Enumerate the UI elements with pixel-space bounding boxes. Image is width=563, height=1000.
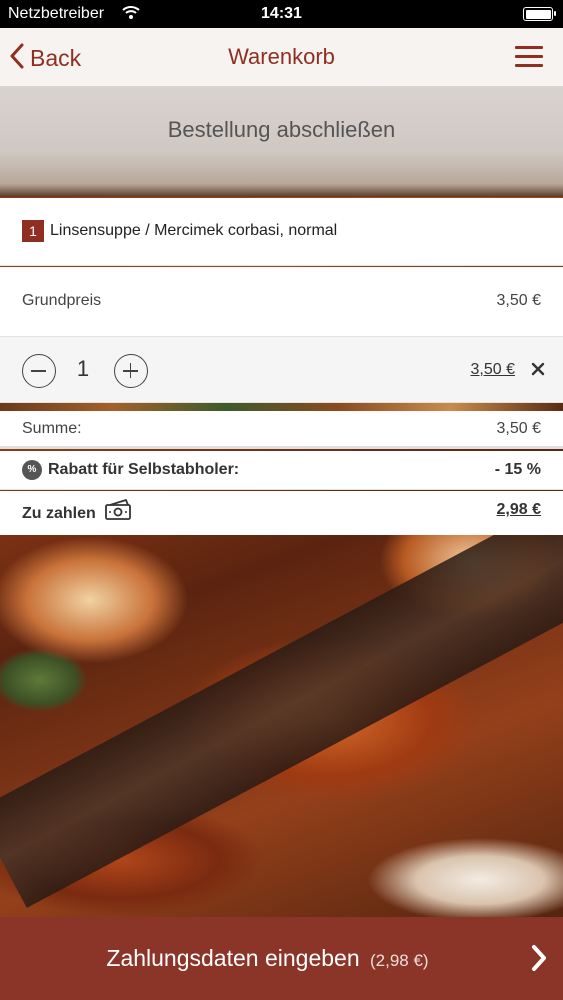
section-title: Bestellung abschließen xyxy=(167,117,396,142)
status-bar: Netzbetreiber 14:31 xyxy=(0,0,563,28)
to-pay-row: Zu zahlen 2,98 € xyxy=(0,491,563,535)
discount-row: % Rabatt für Selbstabholer: - 15 % xyxy=(0,451,563,490)
hamburger-icon xyxy=(515,46,543,49)
page-title: Warenkorb xyxy=(228,44,335,69)
discount-value: - 15 % xyxy=(494,461,541,478)
cash-icon xyxy=(104,499,132,526)
quantity-value: 1 xyxy=(76,356,90,381)
item-quantity-badge: 1 xyxy=(22,220,44,242)
percent-badge-icon: % xyxy=(22,460,42,480)
sum-row: Summe: 3,50 € xyxy=(0,411,563,449)
sum-label: Summe: xyxy=(22,420,82,437)
base-price-label: Grundpreis xyxy=(22,292,102,309)
increase-quantity-button[interactable] xyxy=(114,354,148,388)
base-price-row: Grundpreis 3,50 € xyxy=(0,267,563,337)
to-pay-label: Zu zahlen xyxy=(22,505,96,522)
cart-item: 1 Linsensuppe / Mercimek corbasi, normal xyxy=(0,198,563,266)
battery-icon xyxy=(523,7,556,21)
base-price-value: 3,50 € xyxy=(496,292,541,309)
discount-label: Rabatt für Selbstabholer: xyxy=(48,461,240,478)
to-pay-value: 2,98 € xyxy=(496,501,541,518)
sum-value: 3,50 € xyxy=(496,420,541,437)
minus-icon xyxy=(31,370,46,372)
quantity-row: 1 3,50 € xyxy=(0,337,563,403)
background-food-strip xyxy=(0,403,563,411)
remove-item-button[interactable] xyxy=(531,356,545,382)
chevron-right-icon xyxy=(529,943,549,978)
cta-label: Zahlungsdaten eingeben xyxy=(106,945,360,971)
cta-label-wrapper: Zahlungsdaten eingeben (2,98 €) xyxy=(0,945,535,972)
navigation-bar: Back Warenkorb xyxy=(0,28,563,87)
item-name: Linsensuppe / Mercimek corbasi, normal xyxy=(50,222,338,239)
decrease-quantity-button[interactable] xyxy=(22,354,56,388)
cta-amount: (2,98 €) xyxy=(370,951,429,970)
line-total-link[interactable]: 3,50 € xyxy=(471,361,515,379)
clock: 14:31 xyxy=(261,5,302,22)
enter-payment-details-button[interactable]: Zahlungsdaten eingeben (2,98 €) xyxy=(0,917,563,1000)
menu-button[interactable] xyxy=(515,46,543,68)
close-icon xyxy=(531,362,545,376)
